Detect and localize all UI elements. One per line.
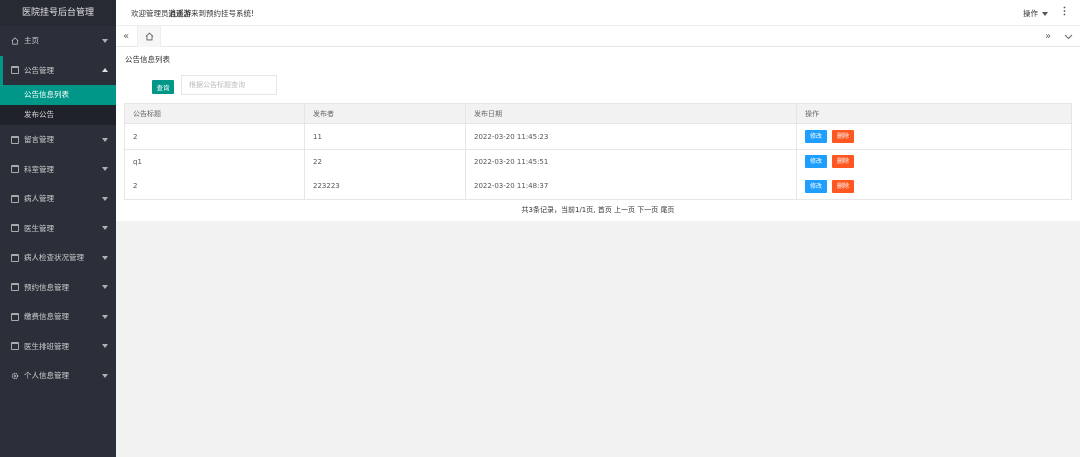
last-page-link[interactable]: 尾页 (660, 206, 674, 214)
operations-menu[interactable]: 操作 (1023, 8, 1048, 19)
sidebar-item-appointment-management[interactable]: 预约信息管理 (0, 273, 116, 303)
delete-button[interactable]: 删除 (832, 130, 854, 143)
caret-down-icon (1042, 11, 1048, 16)
sidebar-item-doctor-management[interactable]: 医生管理 (0, 214, 116, 244)
table-header-row: 公告标题 发布者 发布日期 操作 (124, 103, 1072, 124)
calendar-icon (10, 66, 19, 75)
chevron-down-icon (102, 226, 108, 231)
calendar-icon (10, 253, 19, 262)
chevron-down-icon (102, 137, 108, 142)
sidebar-item-payment-management[interactable]: 缴费信息管理 (0, 302, 116, 332)
home-icon (145, 32, 153, 41)
welcome-message: 欢迎管理员逍遥游来到预约挂号系统! (131, 8, 254, 19)
chevron-down-icon (102, 314, 108, 319)
sidebar-subitem-notice-list[interactable]: 公告信息列表 (0, 85, 116, 105)
table-row: 2 223223 2022-03-20 11:48:37 修改 删除 (124, 173, 1072, 200)
column-header-actions: 操作 (796, 103, 1072, 124)
cell-publisher: 22 (304, 149, 466, 174)
sidebar-subitem-publish-notice[interactable]: 发布公告 (0, 105, 116, 125)
sidebar: 医院挂号后台管理 主页 公告管理 公告信息列表 发布公告 留言管理 科室管理 病… (0, 0, 116, 457)
chevron-down-icon (102, 255, 108, 260)
chevron-up-icon (102, 68, 108, 73)
calendar-icon (10, 224, 19, 233)
chevron-down-icon (102, 285, 108, 290)
gear-icon (10, 371, 19, 380)
next-page-link[interactable]: 下一页 (637, 206, 658, 214)
cell-title: q1 (124, 149, 305, 174)
admin-name: 逍遥游 (168, 9, 192, 18)
operations-label: 操作 (1023, 9, 1038, 18)
chevron-down-icon (102, 167, 108, 172)
sidebar-item-patient-management[interactable]: 病人管理 (0, 184, 116, 214)
scroll-right-icon[interactable]: » (1038, 26, 1058, 47)
calendar-icon (10, 283, 19, 292)
cell-actions: 修改 删除 (796, 173, 1072, 200)
sidebar-item-patient-exam-management[interactable]: 病人检查状况管理 (0, 243, 116, 273)
chevron-down-icon[interactable] (1058, 26, 1078, 47)
cell-publisher: 223223 (304, 173, 466, 200)
cell-actions: 修改 删除 (796, 149, 1072, 174)
cell-title: 2 (124, 123, 305, 150)
cell-title: 2 (124, 173, 305, 200)
pagination-summary: 共3条记录，当前1/1页, (521, 206, 596, 214)
more-vertical-icon[interactable] (1063, 6, 1066, 16)
cell-publisher: 11 (304, 123, 466, 150)
calendar-icon (10, 342, 19, 351)
edit-button[interactable]: 修改 (805, 179, 827, 193)
first-page-link[interactable]: 首页 (598, 206, 612, 214)
sidebar-item-message-management[interactable]: 留言管理 (0, 125, 116, 155)
delete-button[interactable]: 删除 (832, 179, 854, 193)
sidebar-item-department-management[interactable]: 科室管理 (0, 155, 116, 185)
search-button[interactable]: 查询 (152, 80, 174, 94)
cell-actions: 修改 删除 (796, 123, 1072, 150)
chevron-down-icon (102, 344, 108, 349)
table-row: q1 22 2022-03-20 11:45:51 修改 删除 (124, 149, 1072, 174)
page-title: 公告信息列表 (125, 55, 170, 64)
calendar-icon (10, 194, 19, 203)
cell-date: 2022-03-20 11:45:23 (465, 123, 797, 150)
submenu-notice: 公告信息列表 发布公告 (0, 85, 116, 125)
calendar-icon (10, 135, 19, 144)
chevron-down-icon (102, 196, 108, 201)
chevron-down-icon (102, 373, 108, 378)
cell-date: 2022-03-20 11:48:37 (465, 173, 797, 200)
top-header: 欢迎管理员逍遥游来到预约挂号系统! 操作 (116, 0, 1080, 26)
pagination: 共3条记录，当前1/1页, 首页 上一页 下一页 尾页 (116, 205, 1080, 215)
app-title: 医院挂号后台管理 (0, 0, 116, 26)
calendar-icon (10, 165, 19, 174)
column-header-date: 发布日期 (465, 103, 797, 124)
column-header-publisher: 发布者 (304, 103, 466, 124)
calendar-icon (10, 312, 19, 321)
prev-page-link[interactable]: 上一页 (614, 206, 635, 214)
home-icon (10, 36, 19, 45)
scroll-left-icon[interactable]: « (116, 26, 136, 47)
sidebar-item-notice-management[interactable]: 公告管理 (0, 55, 116, 85)
sidebar-item-profile-management[interactable]: 个人信息管理 (0, 361, 116, 391)
welcome-prefix: 欢迎管理员 (131, 9, 169, 18)
table-row: 2 11 2022-03-20 11:45:23 修改 删除 (124, 123, 1072, 150)
sidebar-item-home[interactable]: 主页 (0, 26, 116, 56)
notice-table: 公告标题 发布者 发布日期 操作 2 11 2022-03-20 11:45:2… (124, 103, 1072, 200)
main-content: 公告信息列表 查询 公告标题 发布者 发布日期 操作 2 11 2022-03-… (116, 47, 1080, 221)
sidebar-item-schedule-management[interactable]: 医生排班管理 (0, 332, 116, 362)
column-header-title: 公告标题 (124, 103, 305, 124)
cell-date: 2022-03-20 11:45:51 (465, 149, 797, 174)
edit-button[interactable]: 修改 (805, 130, 827, 143)
edit-button[interactable]: 修改 (805, 155, 827, 169)
tab-bar: « » (116, 26, 1080, 47)
tab-home[interactable] (137, 26, 161, 47)
chevron-down-icon (102, 38, 108, 43)
delete-button[interactable]: 删除 (832, 155, 854, 169)
search-input[interactable] (181, 75, 277, 95)
welcome-suffix: 来到预约挂号系统! (191, 9, 255, 18)
